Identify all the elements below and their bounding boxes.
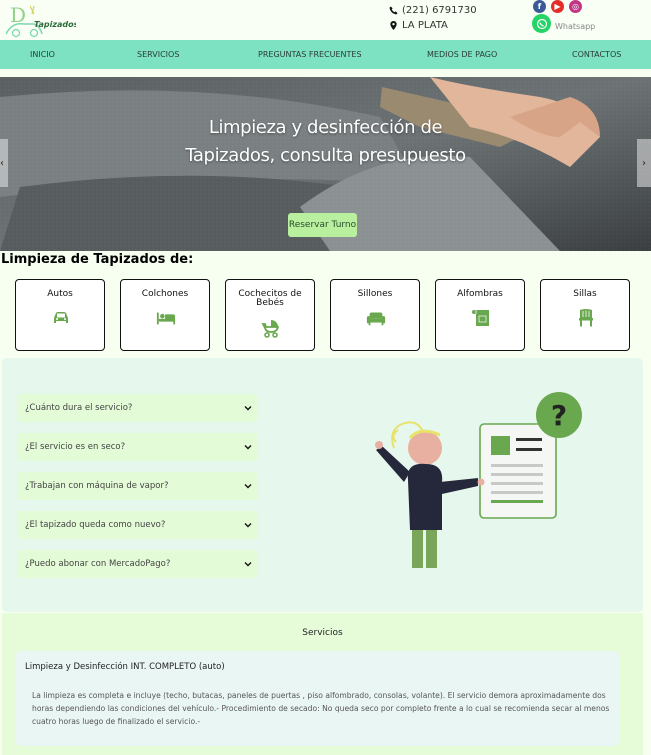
facebook-icon[interactable]: f (533, 0, 546, 13)
carousel-prev-button[interactable]: ‹ (0, 139, 8, 187)
service-card-label: Alfombras (457, 289, 503, 299)
service-detail-text: La limpieza es completa e incluye (techo… (32, 691, 610, 726)
chevron-down-icon (244, 406, 252, 411)
chevron-down-icon (244, 445, 252, 450)
faq-question: ¿Trabajan con máquina de vapor? (25, 481, 169, 491)
carpet-icon (472, 310, 489, 326)
nav-item-inicio[interactable]: INICIO (30, 50, 55, 59)
chevron-down-icon (244, 484, 252, 489)
service-card-cochecitos[interactable]: Cochecitos de Bebés (225, 279, 315, 351)
servicios-title: Servicios (302, 628, 343, 638)
svg-text:Tapizados: Tapizados (34, 20, 76, 29)
service-card-colchones[interactable]: Colchones (120, 279, 210, 351)
servicios-section: Servicios Limpieza y Desinfección INT. C… (2, 613, 643, 755)
faq-question: ¿Puedo abonar con MercadoPago? (25, 559, 171, 569)
carousel-next-button[interactable]: › (637, 139, 651, 187)
header: D Tapizados (221) 6791730 LA PLATA f ▶ ◎… (0, 0, 651, 40)
question-mark-icon: ? (551, 399, 567, 432)
faq-question: ¿El tapizado queda como nuevo? (25, 520, 166, 530)
youtube-icon[interactable]: ▶ (551, 0, 564, 13)
service-card-autos[interactable]: Autos (15, 279, 105, 351)
nav-item-medios-de-pago[interactable]: MEDIOS DE PAGO (427, 50, 497, 59)
service-card-label: Colchones (141, 289, 189, 299)
stroller-icon (261, 320, 280, 338)
faq-question: ¿El servicio es en seco? (25, 442, 126, 452)
faq-illustration: ? (375, 392, 582, 568)
phone-icon (389, 6, 398, 15)
city-label: LA PLATA (402, 20, 448, 31)
instagram-icon[interactable]: ◎ (569, 0, 582, 13)
chevron-down-icon (244, 562, 252, 567)
service-card-sillas[interactable]: Sillas (540, 279, 630, 351)
reservar-turno-button[interactable]: Reservar Turno (288, 213, 357, 237)
faq-item[interactable]: ¿Puedo abonar con MercadoPago? (17, 550, 258, 578)
nav-item-preguntas-frecuentes[interactable]: PREGUNTAS FRECUENTES (258, 50, 362, 59)
faq-question: ¿Cuánto dura el servicio? (25, 403, 133, 413)
faq-item[interactable]: ¿Cuánto dura el servicio? (17, 394, 258, 422)
faq-item[interactable]: ¿El servicio es en seco? (17, 433, 258, 461)
service-detail-title: Limpieza y Desinfección INT. COMPLETO (a… (25, 662, 225, 672)
whatsapp-icon[interactable] (532, 14, 551, 33)
contact-info: (221) 6791730 LA PLATA (389, 3, 477, 33)
phone-number[interactable]: (221) 6791730 (402, 5, 477, 16)
service-detail-card: Limpieza y Desinfección INT. COMPLETO (a… (16, 651, 619, 746)
chair-icon (579, 309, 593, 327)
chevron-left-icon: ‹ (0, 157, 4, 169)
bed-icon (156, 312, 176, 325)
service-card-label: Autos (47, 289, 73, 299)
nav-item-servicios[interactable]: SERVICIOS (137, 50, 179, 59)
car-icon (54, 312, 68, 323)
hero-title: Limpieza y desinfección de Tapizados, co… (185, 117, 466, 166)
chevron-right-icon: › (642, 157, 646, 169)
whatsapp-label[interactable]: Whatsapp (555, 22, 595, 31)
brand-logo[interactable]: D Tapizados (4, 2, 76, 38)
services-heading: Limpieza de Tapizados de: (1, 252, 194, 267)
chevron-down-icon (244, 523, 252, 528)
social-links: f ▶ ◎ (533, 0, 582, 13)
service-card-label: Sillones (357, 289, 393, 299)
location-pin-icon (390, 21, 397, 30)
service-card-sillones[interactable]: Sillones (330, 279, 420, 351)
hero-carousel: Limpieza y desinfección de Tapizados, co… (0, 77, 651, 251)
faq-section: ¿Cuánto dura el servicio? ¿El servicio e… (2, 358, 643, 612)
main-nav: INICIO SERVICIOS PREGUNTAS FRECUENTES ME… (0, 40, 651, 69)
service-card-label: Sillas (573, 289, 597, 299)
faq-item[interactable]: ¿El tapizado queda como nuevo? (17, 511, 258, 539)
nav-item-contactos[interactable]: CONTACTOS (572, 50, 621, 59)
whatsapp-link[interactable]: Whatsapp (532, 14, 595, 33)
couch-icon (366, 312, 386, 326)
service-card-label: Cochecitos de Bebés (238, 289, 302, 308)
service-card-alfombras[interactable]: Alfombras (435, 279, 525, 351)
faq-item[interactable]: ¿Trabajan con máquina de vapor? (17, 472, 258, 500)
svg-text:D: D (10, 3, 26, 27)
